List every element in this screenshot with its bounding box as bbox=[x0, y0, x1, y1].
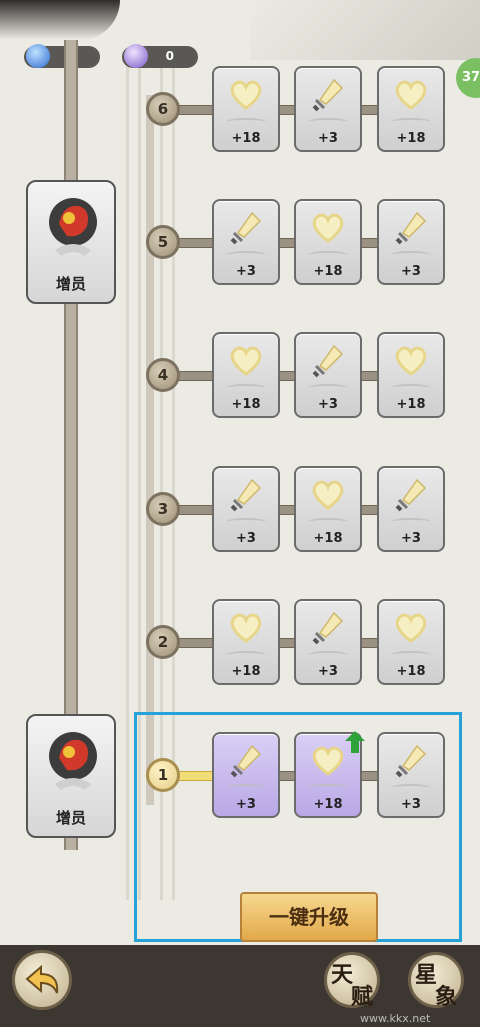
card-swirl bbox=[391, 118, 431, 126]
level-3-card-3[interactable]: +3 bbox=[377, 466, 445, 552]
level-5-card-2[interactable]: +18 bbox=[294, 199, 362, 285]
card-swirl bbox=[391, 651, 431, 659]
level-5-card-3[interactable]: +3 bbox=[377, 199, 445, 285]
member-label: 增员 bbox=[55, 809, 86, 827]
sword-icon bbox=[310, 609, 346, 645]
level-node-3[interactable]: 3 bbox=[146, 492, 180, 526]
card-bonus-value: +18 bbox=[396, 131, 426, 146]
card-bonus-value: +3 bbox=[236, 264, 256, 279]
heart-icon bbox=[228, 76, 264, 112]
card-swirl bbox=[226, 384, 266, 392]
top-right-badge[interactable]: 37 bbox=[456, 58, 480, 98]
card-swirl bbox=[308, 118, 348, 126]
talent-button[interactable]: 天 赋 bbox=[324, 952, 380, 1010]
level-4-card-1[interactable]: +18 bbox=[212, 332, 280, 418]
talent-label-2: 赋 bbox=[351, 984, 374, 1010]
sword-icon bbox=[310, 342, 346, 378]
card-bonus-value: +3 bbox=[318, 131, 338, 146]
card-swirl bbox=[226, 518, 266, 526]
card-swirl bbox=[226, 118, 266, 126]
heart-icon bbox=[228, 609, 264, 645]
decor-line bbox=[126, 60, 129, 900]
card-bonus-value: +18 bbox=[396, 664, 426, 679]
level-6-card-3[interactable]: +18 bbox=[377, 66, 445, 152]
header-shade bbox=[250, 0, 480, 60]
sword-icon bbox=[228, 209, 264, 245]
card-bonus-value: +3 bbox=[318, 397, 338, 412]
card-swirl bbox=[308, 518, 348, 526]
heart-icon bbox=[310, 209, 346, 245]
sword-icon bbox=[393, 209, 429, 245]
card-swirl bbox=[226, 251, 266, 259]
card-bonus-value: +18 bbox=[313, 264, 343, 279]
sword-icon bbox=[228, 476, 264, 512]
heart-icon bbox=[393, 76, 429, 112]
level-node-2[interactable]: 2 bbox=[146, 625, 180, 659]
level-6-card-2[interactable]: +3 bbox=[294, 66, 362, 152]
heart-icon bbox=[393, 609, 429, 645]
heart-icon bbox=[228, 342, 264, 378]
member-card-lower[interactable]: 增员 bbox=[26, 714, 116, 838]
level-node-4[interactable]: 4 bbox=[146, 358, 180, 392]
card-bonus-value: +3 bbox=[401, 264, 421, 279]
back-button[interactable] bbox=[12, 950, 72, 1010]
heart-icon bbox=[310, 476, 346, 512]
card-swirl bbox=[308, 651, 348, 659]
sword-icon bbox=[393, 476, 429, 512]
star-label-1: 星 bbox=[415, 962, 438, 988]
star-label-2: 象 bbox=[435, 984, 458, 1010]
card-bonus-value: +18 bbox=[313, 531, 343, 546]
member-card-upper[interactable]: 增员 bbox=[26, 180, 116, 304]
blue-gem-icon bbox=[26, 44, 50, 68]
back-arrow-icon bbox=[25, 965, 59, 994]
level-node-5[interactable]: 5 bbox=[146, 225, 180, 259]
card-bonus-value: +3 bbox=[236, 531, 256, 546]
card-bonus-value: +18 bbox=[396, 397, 426, 412]
star-button[interactable]: 星 象 bbox=[408, 952, 464, 1010]
card-swirl bbox=[308, 384, 348, 392]
heart-icon bbox=[393, 342, 429, 378]
talent-label-1: 天 bbox=[331, 962, 354, 988]
card-bonus-value: +18 bbox=[231, 131, 261, 146]
level-node-6[interactable]: 6 bbox=[146, 92, 180, 126]
upgrade-all-button[interactable]: 一键升级 bbox=[240, 892, 378, 942]
lion-dance-icon bbox=[49, 198, 97, 256]
currency-purple-value: 0 bbox=[165, 49, 174, 63]
card-swirl bbox=[391, 384, 431, 392]
card-bonus-value: +18 bbox=[231, 664, 261, 679]
currency-purple-pill: 0 bbox=[122, 44, 198, 68]
level-track bbox=[146, 95, 154, 805]
member-label: 增员 bbox=[55, 275, 86, 293]
lion-dance-icon bbox=[49, 732, 97, 790]
watermark: www.kkx.net bbox=[360, 1012, 431, 1025]
level-2-card-1[interactable]: +18 bbox=[212, 599, 280, 685]
level-4-card-3[interactable]: +18 bbox=[377, 332, 445, 418]
card-swirl bbox=[308, 251, 348, 259]
level-3-card-2[interactable]: +18 bbox=[294, 466, 362, 552]
upgrade-arrow-icon bbox=[345, 731, 365, 753]
level-3-card-1[interactable]: +3 bbox=[212, 466, 280, 552]
purple-gem-icon bbox=[124, 44, 148, 68]
level-5-card-1[interactable]: +3 bbox=[212, 199, 280, 285]
sword-icon bbox=[310, 76, 346, 112]
level-2-card-3[interactable]: +18 bbox=[377, 599, 445, 685]
level-6-card-1[interactable]: +18 bbox=[212, 66, 280, 152]
level-4-card-2[interactable]: +3 bbox=[294, 332, 362, 418]
card-bonus-value: +3 bbox=[318, 664, 338, 679]
card-swirl bbox=[226, 651, 266, 659]
card-swirl bbox=[391, 251, 431, 259]
card-bonus-value: +3 bbox=[401, 531, 421, 546]
card-swirl bbox=[391, 518, 431, 526]
card-bonus-value: +18 bbox=[231, 397, 261, 412]
currency-blue-pill: 0 bbox=[24, 44, 100, 68]
level-2-card-2[interactable]: +3 bbox=[294, 599, 362, 685]
corner-ornament bbox=[0, 0, 120, 40]
